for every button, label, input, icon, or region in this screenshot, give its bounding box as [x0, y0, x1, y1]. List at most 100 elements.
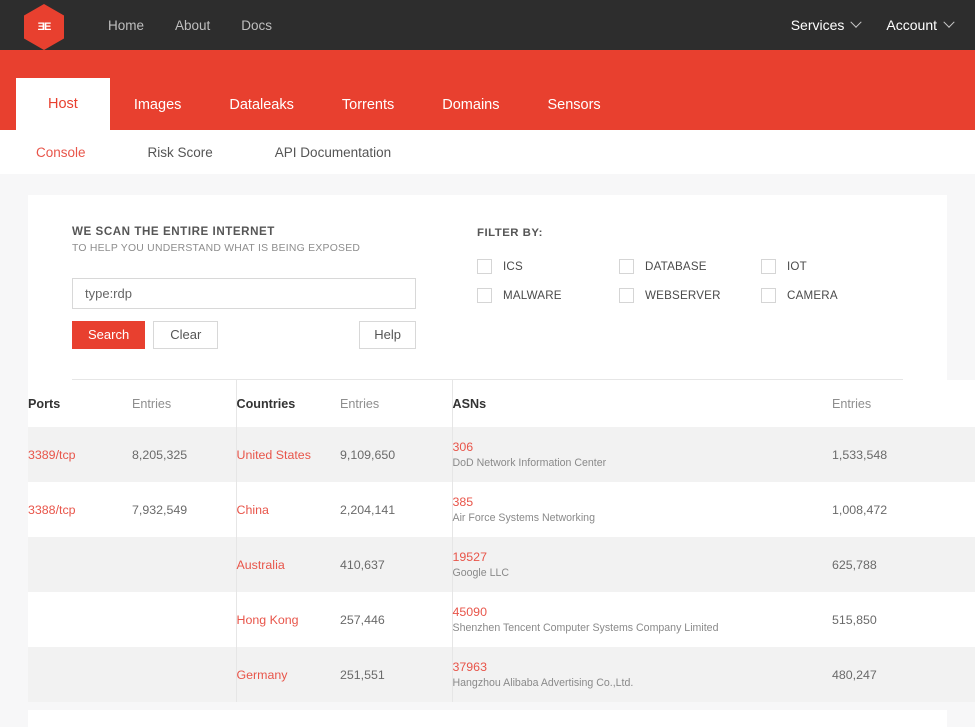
table-row: 3389/tcp 8,205,325 United States 9,109,6… — [28, 427, 975, 482]
filter-label: IOT — [787, 260, 807, 273]
asn-name: Shenzhen Tencent Computer Systems Compan… — [452, 622, 719, 634]
asn-name: Google LLC — [452, 567, 510, 579]
top-navbar: ƎE Home About Docs Services Account — [0, 0, 975, 50]
col-asns-entries: Entries — [832, 380, 975, 427]
port-entries: 8,205,325 — [132, 427, 236, 482]
asn-link[interactable]: 37963 — [453, 660, 487, 674]
country-link[interactable]: Australia — [237, 558, 285, 572]
table-row: 3388/tcp 7,932,549 China 2,204,141 385 A… — [28, 482, 975, 537]
asn-entries: 625,788 — [832, 537, 975, 592]
clear-button[interactable]: Clear — [153, 321, 219, 349]
filter-column: FILTER BY: ICS DATABASE IOT MALWARE WEBS… — [477, 225, 903, 349]
asn-name: Air Force Systems Networking — [452, 512, 595, 524]
country-entries: 9,109,650 — [340, 427, 452, 482]
asn-link[interactable]: 385 — [453, 495, 474, 509]
scan-heading: WE SCAN THE ENTIRE INTERNET — [72, 225, 275, 238]
results-section: Results for your query: type:rdp 16,140,… — [28, 710, 947, 727]
asn-link[interactable]: 306 — [453, 440, 474, 454]
asn-link[interactable]: 19527 — [453, 550, 487, 564]
table-row: Australia 410,637 19527 Google LLC 625,7… — [28, 537, 975, 592]
sub-nav: Console Risk Score API Documentation — [0, 130, 975, 174]
console-card: WE SCAN THE ENTIRE INTERNET TO HELP YOU … — [28, 195, 975, 702]
search-column: WE SCAN THE ENTIRE INTERNET TO HELP YOU … — [72, 225, 433, 349]
tab-list: Host Images Dataleaks Torrents Domains S… — [16, 78, 625, 130]
port-entries — [132, 537, 236, 592]
country-link[interactable]: China — [237, 503, 269, 517]
primary-nav: Home About Docs — [108, 18, 272, 33]
account-menu[interactable]: Account — [886, 16, 955, 33]
asn-entries: 480,247 — [832, 647, 975, 702]
search-button[interactable]: Search — [72, 321, 146, 349]
search-and-filter-block: WE SCAN THE ENTIRE INTERNET TO HELP YOU … — [72, 225, 903, 349]
search-input[interactable] — [72, 278, 416, 309]
port-entries — [132, 592, 236, 647]
filter-database[interactable]: DATABASE — [619, 259, 761, 274]
filter-label: ICS — [503, 260, 523, 273]
checkbox-icon[interactable] — [477, 259, 492, 274]
services-menu[interactable]: Services — [791, 16, 863, 33]
tab-images[interactable]: Images — [110, 81, 206, 130]
tab-torrents[interactable]: Torrents — [318, 81, 418, 130]
filter-grid: ICS DATABASE IOT MALWARE WEBSERVER CAMER… — [477, 259, 903, 303]
filter-label: WEBSERVER — [645, 289, 721, 302]
stats-table-body: 3389/tcp 8,205,325 United States 9,109,6… — [28, 427, 975, 702]
country-link[interactable]: Germany — [237, 668, 288, 682]
account-menu-label: Account — [886, 17, 937, 33]
search-button-row: Search Clear Help — [72, 321, 416, 349]
tab-dataleaks[interactable]: Dataleaks — [205, 81, 317, 130]
filter-label: DATABASE — [645, 260, 707, 273]
checkbox-icon[interactable] — [477, 288, 492, 303]
col-ports: Ports — [28, 380, 132, 427]
country-link[interactable]: Hong Kong — [237, 613, 299, 627]
asn-name: DoD Network Information Center — [452, 457, 607, 469]
subnav-item-console[interactable]: Console — [36, 145, 114, 160]
asn-entries: 515,850 — [832, 592, 975, 647]
port-entries — [132, 647, 236, 702]
asn-link[interactable]: 45090 — [453, 605, 487, 619]
checkbox-icon[interactable] — [619, 288, 634, 303]
tab-host[interactable]: Host — [16, 78, 110, 130]
country-entries: 251,551 — [340, 647, 452, 702]
scan-subheading: TO HELP YOU UNDERSTAND WHAT IS BEING EXP… — [72, 243, 361, 254]
subnav-item-api-documentation[interactable]: API Documentation — [275, 145, 419, 160]
help-button[interactable]: Help — [359, 321, 416, 349]
tab-sensors[interactable]: Sensors — [523, 81, 624, 130]
stats-table-head: Ports Entries Countries Entries ASNs Ent… — [28, 380, 975, 427]
stats-table: Ports Entries Countries Entries ASNs Ent… — [28, 380, 975, 702]
chevron-down-icon — [943, 16, 955, 28]
filter-malware[interactable]: MALWARE — [477, 288, 619, 303]
filter-title: FILTER BY: — [477, 227, 543, 239]
port-link[interactable]: 3388/tcp — [28, 503, 76, 517]
tab-bar: Host Images Dataleaks Torrents Domains S… — [0, 50, 975, 130]
filter-camera[interactable]: CAMERA — [761, 288, 903, 303]
port-link[interactable]: 3389/tcp — [28, 448, 76, 462]
country-entries: 2,204,141 — [340, 482, 452, 537]
filter-label: MALWARE — [503, 289, 562, 302]
top-right-nav: Services Account — [791, 0, 955, 50]
nav-link-docs[interactable]: Docs — [241, 18, 272, 33]
table-row: Hong Kong 257,446 45090 Shenzhen Tencent… — [28, 592, 975, 647]
col-countries-entries: Entries — [340, 380, 452, 427]
checkbox-icon[interactable] — [619, 259, 634, 274]
hexagon-logo-icon: ƎE — [24, 4, 64, 50]
nav-link-about[interactable]: About — [175, 18, 210, 33]
asn-name: Hangzhou Alibaba Advertising Co.,Ltd. — [452, 677, 634, 689]
nav-link-home[interactable]: Home — [108, 18, 144, 33]
col-countries: Countries — [235, 380, 340, 427]
tab-domains[interactable]: Domains — [418, 81, 523, 130]
filter-ics[interactable]: ICS — [477, 259, 619, 274]
checkbox-icon[interactable] — [761, 259, 776, 274]
filter-iot[interactable]: IOT — [761, 259, 903, 274]
filter-label: CAMERA — [787, 289, 838, 302]
table-row: Germany 251,551 37963 Hangzhou Alibaba A… — [28, 647, 975, 702]
filter-webserver[interactable]: WEBSERVER — [619, 288, 761, 303]
country-link[interactable]: United States — [237, 448, 311, 462]
page-body: WE SCAN THE ENTIRE INTERNET TO HELP YOU … — [0, 174, 975, 727]
country-entries: 410,637 — [340, 537, 452, 592]
subnav-item-risk-score[interactable]: Risk Score — [148, 145, 241, 160]
logo[interactable]: ƎE — [10, 2, 78, 50]
logo-text: ƎE — [37, 21, 52, 33]
chevron-down-icon — [850, 16, 863, 28]
checkbox-icon[interactable] — [761, 288, 776, 303]
port-entries: 7,932,549 — [132, 482, 236, 537]
